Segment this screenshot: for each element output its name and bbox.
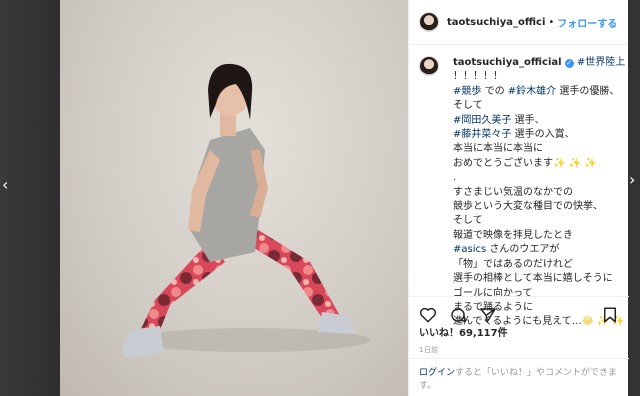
caption-body: taotsuchiya_official ✓ #世界陸上 ！！！！！ #競歩 での…	[453, 56, 625, 330]
avatar[interactable]	[419, 12, 439, 32]
hashtag-link[interactable]: #世界陸上	[577, 57, 625, 68]
bookmark-icon[interactable]	[601, 306, 619, 324]
verified-badge-icon: ✓	[564, 59, 574, 68]
caption-first-line: taotsuchiya_official ✓ #世界陸上	[453, 56, 625, 70]
comment-icon[interactable]	[449, 306, 467, 324]
caption-text: すさまじい気温のなかでの	[453, 186, 573, 198]
caption-text: .	[453, 172, 457, 184]
caption-line: そして	[453, 99, 625, 113]
caption-username[interactable]: taotsuchiya_official	[453, 57, 562, 68]
caption-text: 「物」ではあるのだけれど	[453, 258, 573, 270]
caption-line: そして	[453, 214, 625, 228]
caption-line: 本当に本当に本当に	[453, 142, 625, 156]
hashtag-link[interactable]: #岡田久美子	[453, 115, 511, 126]
hashtag-link[interactable]: #鈴木雄介	[508, 86, 556, 97]
caption-line: .	[453, 171, 625, 185]
caption-line: おめでとうございます✨ ✨ ✨	[453, 157, 625, 171]
post-photo[interactable]	[60, 0, 408, 396]
caption-text: 競歩という大変な種目での快挙、	[453, 201, 603, 213]
post-header: taotsuchiya_offici • フォローする	[409, 0, 628, 45]
backdrop-left[interactable]: ‹	[0, 0, 60, 396]
header-separator: •	[548, 16, 555, 28]
action-icons	[419, 305, 619, 325]
login-link[interactable]: ログイン	[419, 368, 455, 378]
caption-text: そして	[453, 215, 483, 227]
likes-count[interactable]: いいね！69,117件	[419, 324, 508, 339]
caption-text: おめでとうございます	[453, 157, 553, 169]
caption-text: 報道で映像を拝見したとき	[453, 229, 573, 241]
caption-line: 選手の相棒として本当に嬉しそうに	[453, 272, 625, 286]
follow-button[interactable]: フォローする	[557, 15, 617, 30]
caption-text: 選手の優勝、	[556, 85, 620, 97]
hashtag-link[interactable]: #藤井菜々子	[453, 129, 511, 140]
caption-text: での	[481, 85, 508, 97]
backdrop-right[interactable]: ›	[628, 0, 640, 396]
caption-text: さんのウエアが	[486, 244, 560, 256]
caption-text: 選手、	[511, 114, 545, 126]
hashtag-link[interactable]: #asics	[453, 244, 486, 255]
photo-figure	[122, 63, 370, 358]
caption-text: 選手の入賞、	[511, 129, 575, 141]
caption-line: #競歩 での #鈴木雄介 選手の優勝、	[453, 85, 625, 99]
caption-text: 選手の相棒として本当に嬉しそうに	[453, 273, 613, 285]
heart-icon[interactable]	[419, 306, 437, 324]
caption-line: #asics さんのウエアが	[453, 243, 625, 257]
caption-text: 本当に本当に本当に	[453, 143, 543, 155]
caption: taotsuchiya_official ✓ #世界陸上 ！！！！！ #競歩 での…	[419, 56, 625, 330]
login-prompt: ログインすると「いいね！」やコメントができます。	[409, 358, 629, 396]
post-dialog: taotsuchiya_offici • フォローする taotsuchiya_…	[60, 0, 629, 396]
caption-avatar[interactable]	[419, 56, 439, 76]
caption-line: 「物」ではあるのだけれど	[453, 258, 625, 272]
share-icon[interactable]	[479, 306, 497, 324]
caption-line: 報道で映像を拝見したとき	[453, 229, 625, 243]
post-side-panel: taotsuchiya_offici • フォローする taotsuchiya_…	[408, 0, 629, 396]
caption-text: そして	[453, 100, 483, 112]
header-username[interactable]: taotsuchiya_offici	[447, 17, 545, 28]
caption-text: ！！！！！	[453, 71, 503, 83]
caption-line: すさまじい気温のなかでの	[453, 186, 625, 200]
caption-line: #藤井菜々子 選手の入賞、	[453, 128, 625, 142]
sparkles-emoji: ✨ ✨ ✨	[553, 157, 597, 169]
next-arrow-icon[interactable]: ›	[629, 170, 635, 189]
caption-line: 競歩という大変な種目での快挙、	[453, 200, 625, 214]
caption-line: #岡田久美子 選手、	[453, 114, 625, 128]
hashtag-link[interactable]: #競歩	[453, 86, 481, 97]
caption-line: ！！！！！	[453, 70, 625, 84]
previous-arrow-icon[interactable]: ‹	[2, 175, 12, 195]
post-time[interactable]: 1日前	[419, 345, 438, 355]
